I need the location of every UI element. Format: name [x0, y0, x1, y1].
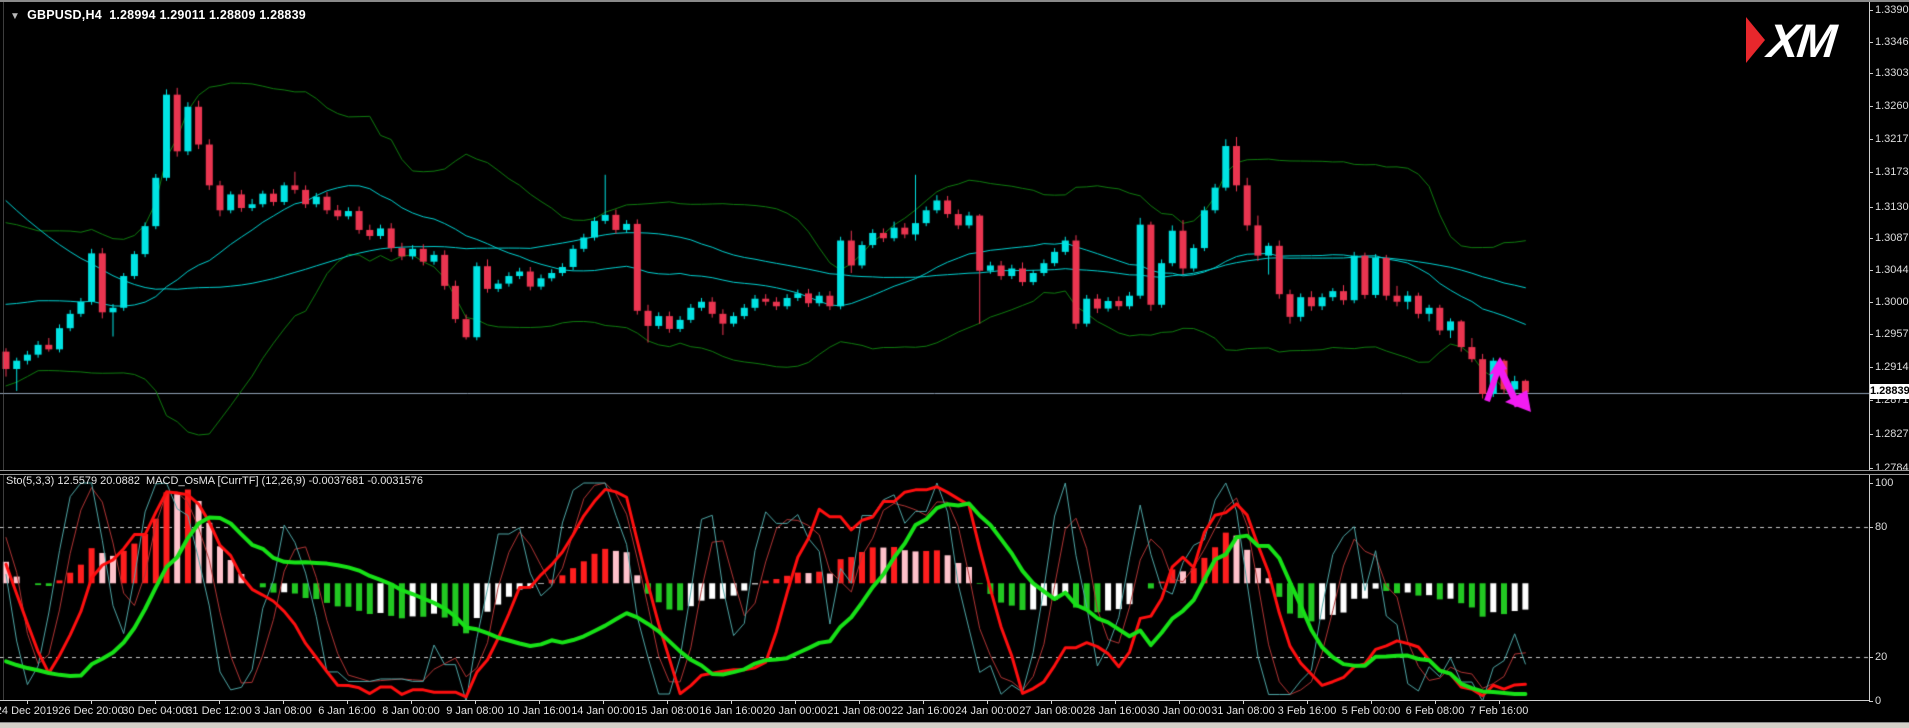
time-tick: [411, 700, 412, 704]
indicator-level-tick: [1869, 657, 1873, 658]
time-axis-label: 22 Jan 16:00: [891, 705, 955, 717]
time-axis-label: 6 Feb 08:00: [1406, 705, 1465, 717]
time-tick: [667, 700, 668, 704]
xm-logo-triangle-icon: [1744, 15, 1766, 65]
time-tick: [859, 700, 860, 704]
main-price-chart-canvas[interactable]: [0, 2, 1869, 472]
indicator-level-tick: [1869, 483, 1873, 484]
indicator-level-label: 80: [1875, 521, 1887, 533]
time-axis-label: 9 Jan 08:00: [446, 705, 504, 717]
xm-logo: XM: [1744, 15, 1835, 65]
time-tick: [219, 700, 220, 704]
time-tick: [1499, 700, 1500, 704]
indicator-subwindow-canvas[interactable]: [0, 473, 1869, 701]
time-axis-label: 14 Jan 00:00: [571, 705, 635, 717]
time-axis-label: 31 Dec 12:00: [186, 705, 251, 717]
time-tick: [283, 700, 284, 704]
chart-title: ▼ GBPUSD,H4 1.28994 1.29011 1.28809 1.288…: [10, 8, 306, 22]
time-axis-label: 30 Jan 00:00: [1147, 705, 1211, 717]
time-tick: [347, 700, 348, 704]
time-axis-label: 16 Jan 16:00: [699, 705, 763, 717]
indicator-level-label: 20: [1875, 651, 1887, 663]
xm-logo-text: XM: [1766, 17, 1837, 64]
time-tick: [923, 700, 924, 704]
time-axis-label: 31 Jan 08:00: [1211, 705, 1275, 717]
time-tick: [1435, 700, 1436, 704]
time-tick: [795, 700, 796, 704]
time-axis-label: 21 Jan 08:00: [827, 705, 891, 717]
time-tick: [987, 700, 988, 704]
ohlc-values-label: 1.28994 1.29011 1.28809 1.28839: [109, 8, 306, 22]
time-tick: [91, 700, 92, 704]
time-axis-label: 15 Jan 08:00: [635, 705, 699, 717]
time-axis-label: 30 Dec 04:00: [122, 705, 187, 717]
chart-window: ▼ GBPUSD,H4 1.28994 1.29011 1.28809 1.288…: [0, 0, 1909, 728]
time-tick: [1243, 700, 1244, 704]
time-axis-label: 26 Dec 20:00: [58, 705, 123, 717]
symbol-period-label: GBPUSD,H4: [27, 8, 102, 22]
indicator-axis[interactable]: 10080200: [1869, 2, 1909, 701]
time-axis-label: 28 Jan 16:00: [1083, 705, 1147, 717]
time-tick: [1371, 700, 1372, 704]
chart-left-edge-line: [3, 2, 4, 700]
current-price-tag: 1.28839: [1870, 384, 1909, 399]
time-tick: [1051, 700, 1052, 704]
time-axis-label: 24 Jan 00:00: [955, 705, 1019, 717]
time-tick: [1307, 700, 1308, 704]
time-tick: [475, 700, 476, 704]
window-bottom-edge: [0, 722, 1909, 728]
time-tick: [539, 700, 540, 704]
chevron-down-icon[interactable]: ▼: [10, 11, 20, 22]
time-tick: [1179, 700, 1180, 704]
time-tick: [731, 700, 732, 704]
time-axis[interactable]: 24 Dec 201926 Dec 20:0030 Dec 04:0031 De…: [0, 700, 1909, 722]
indicator-values-label: Sto(5,3,3) 12.5579 20.0882 MACD_OsMA [Cu…: [6, 475, 423, 487]
time-axis-label: 10 Jan 16:00: [507, 705, 571, 717]
time-axis-label: 3 Feb 16:00: [1278, 705, 1337, 717]
time-axis-label: 5 Feb 00:00: [1342, 705, 1401, 717]
time-axis-label: 6 Jan 16:00: [318, 705, 376, 717]
time-axis-label: 3 Jan 08:00: [254, 705, 312, 717]
time-tick: [27, 700, 28, 704]
time-tick: [1115, 700, 1116, 704]
time-tick: [155, 700, 156, 704]
time-axis-label: 7 Feb 16:00: [1470, 705, 1529, 717]
indicator-level-label: 100: [1875, 477, 1893, 489]
time-tick: [603, 700, 604, 704]
time-axis-label: 27 Jan 08:00: [1019, 705, 1083, 717]
indicator-level-tick: [1869, 527, 1873, 528]
time-axis-label: 8 Jan 00:00: [382, 705, 440, 717]
time-axis-label: 24 Dec 2019: [0, 705, 58, 717]
time-axis-label: 20 Jan 00:00: [763, 705, 827, 717]
